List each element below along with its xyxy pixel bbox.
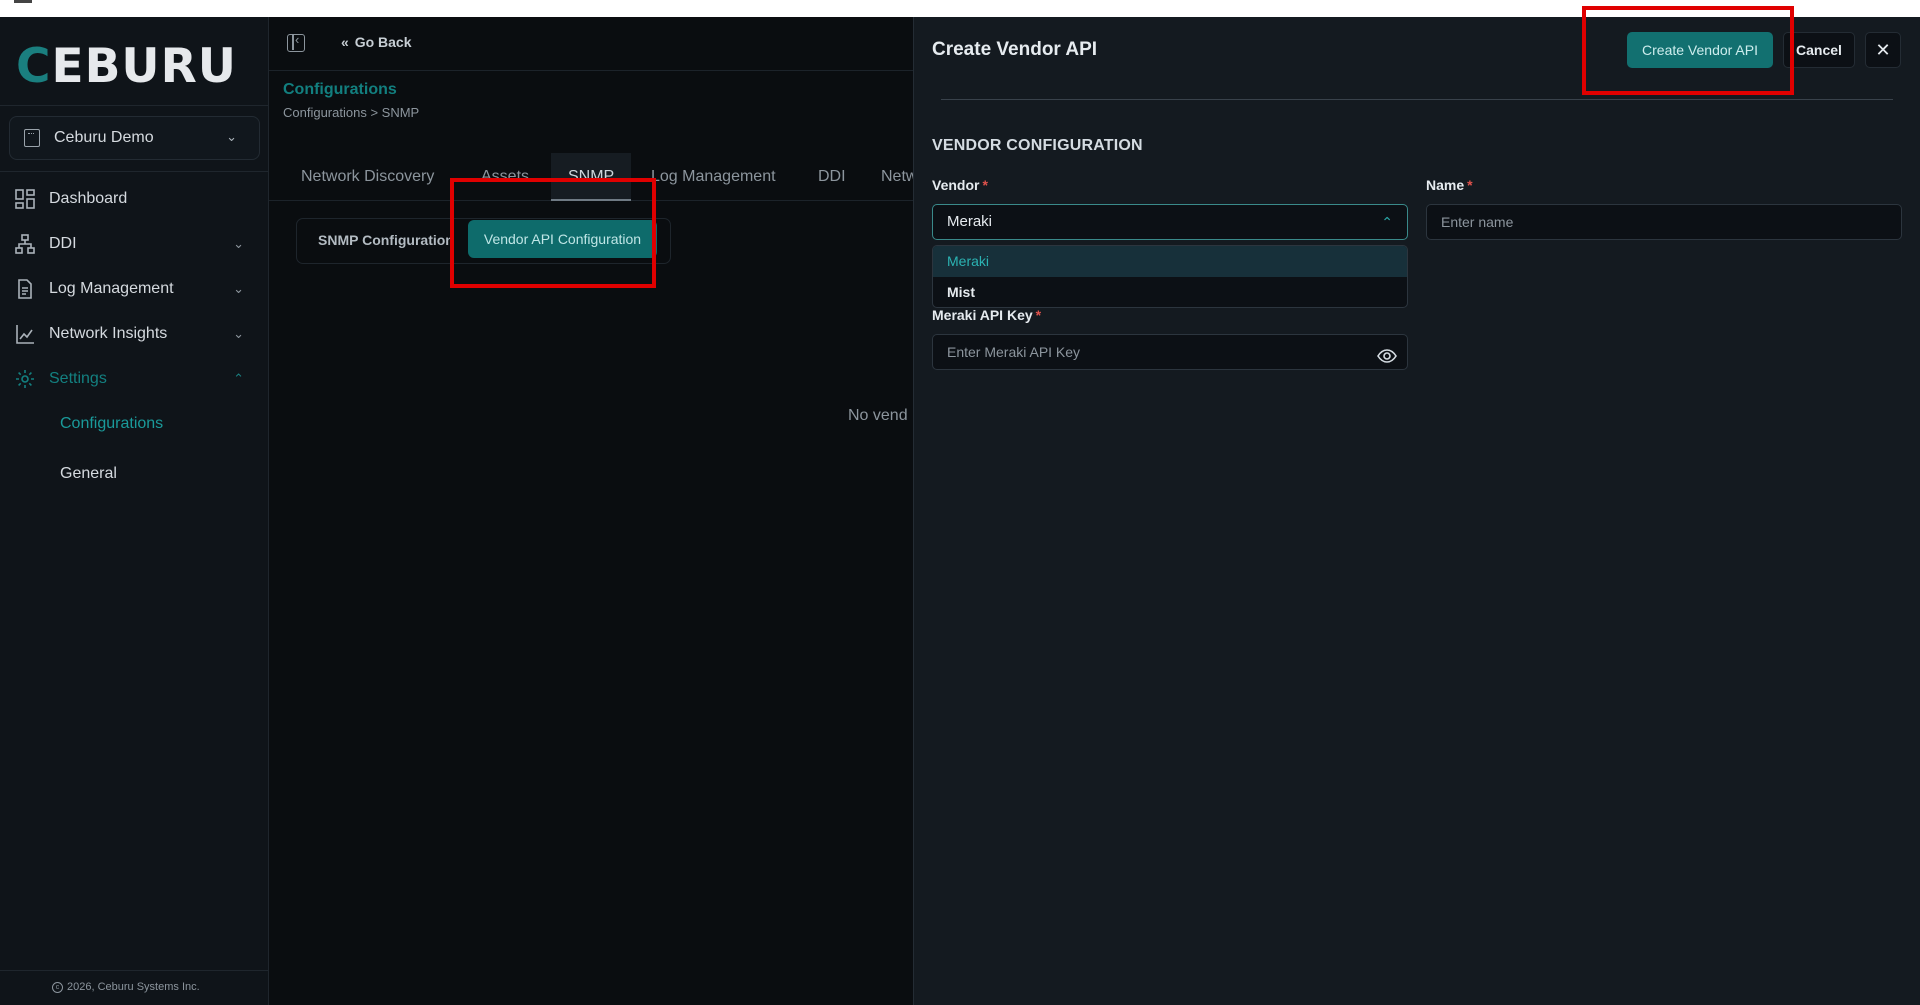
sidebar-item-network-insights[interactable]: Network Insights ⌄ bbox=[14, 319, 254, 349]
copyright: c 2026, Ceburu Systems Inc. bbox=[52, 981, 200, 993]
logo: CEBURU bbox=[16, 39, 236, 95]
network-tree-icon bbox=[14, 233, 36, 255]
required-mark: * bbox=[1035, 307, 1042, 323]
dashboard-grid-icon bbox=[14, 188, 36, 210]
sidebar-item-dashboard[interactable]: Dashboard bbox=[14, 184, 254, 214]
gear-icon bbox=[14, 368, 36, 390]
chart-icon bbox=[14, 323, 36, 345]
vendor-label-text: Vendor bbox=[932, 177, 980, 193]
sidebar-subitem-general[interactable]: General bbox=[60, 465, 117, 483]
chevron-down-icon: ⌄ bbox=[233, 281, 244, 296]
chevron-up-icon: ⌃ bbox=[1381, 214, 1393, 230]
drawer-divider bbox=[941, 99, 1893, 100]
chevron-down-icon: ⌄ bbox=[233, 326, 244, 341]
api-key-placeholder: Enter Meraki API Key bbox=[947, 344, 1081, 360]
vendor-option-mist[interactable]: Mist bbox=[933, 277, 1407, 307]
vendor-select-value: Meraki bbox=[947, 213, 993, 230]
logo-rest: EBURU bbox=[51, 39, 237, 94]
building-icon bbox=[24, 129, 40, 147]
double-chevron-left-icon: « bbox=[341, 34, 349, 50]
tab-log-management[interactable]: Log Management bbox=[651, 153, 776, 201]
sidebar-item-label: Log Management bbox=[49, 280, 174, 297]
sidebar-footer-divider bbox=[0, 970, 269, 971]
org-selector[interactable]: Ceburu Demo ⌄ bbox=[9, 116, 260, 160]
tab-network[interactable]: Netw bbox=[881, 153, 913, 201]
sidebar-item-label: Dashboard bbox=[49, 190, 128, 207]
chevron-down-icon: ⌄ bbox=[226, 129, 237, 144]
sidebar-divider bbox=[0, 105, 269, 106]
document-icon bbox=[14, 278, 36, 300]
sidebar-item-log-management[interactable]: Log Management ⌄ bbox=[14, 274, 254, 304]
subtab-snmp-configuration[interactable]: SNMP Configuration bbox=[318, 232, 454, 248]
tab-ddi[interactable]: DDI bbox=[818, 153, 846, 201]
copyright-icon: c bbox=[52, 981, 63, 993]
name-label-text: Name bbox=[1426, 177, 1465, 193]
name-input[interactable]: Enter name bbox=[1426, 204, 1902, 240]
collapse-sidebar-icon[interactable] bbox=[287, 32, 305, 52]
logo-text: CEBURU bbox=[16, 39, 236, 95]
close-button[interactable]: ✕ bbox=[1865, 32, 1901, 68]
header-divider bbox=[269, 70, 913, 71]
required-mark: * bbox=[982, 177, 988, 193]
tab-network-discovery[interactable]: Network Discovery bbox=[301, 153, 434, 201]
required-mark: * bbox=[1467, 177, 1473, 193]
api-key-label-text: Meraki API Key bbox=[932, 307, 1033, 323]
chevron-down-icon: ⌄ bbox=[233, 236, 244, 251]
section-title: VENDOR CONFIGURATION bbox=[932, 137, 1143, 154]
sidebar-item-settings[interactable]: Settings ⌃ bbox=[14, 364, 254, 394]
highlight-box-create-button bbox=[1582, 6, 1794, 95]
sidebar-subitem-configurations[interactable]: Configurations bbox=[60, 415, 163, 433]
sidebar-divider bbox=[0, 171, 269, 172]
vendor-select[interactable]: Meraki ⌃ bbox=[932, 204, 1408, 240]
vendor-label: Vendor * bbox=[932, 177, 988, 193]
page-title: Configurations bbox=[283, 81, 397, 98]
chevron-up-icon: ⌃ bbox=[233, 371, 244, 386]
close-icon: ✕ bbox=[1875, 40, 1891, 60]
window-mark-icon bbox=[14, 0, 32, 3]
copyright-text: 2026, Ceburu Systems Inc. bbox=[67, 981, 200, 993]
api-key-input[interactable]: Enter Meraki API Key bbox=[932, 334, 1408, 370]
highlight-box-vendor-api-tab bbox=[450, 178, 656, 288]
vendor-option-meraki[interactable]: Meraki bbox=[933, 246, 1407, 277]
sidebar-item-label: Network Insights bbox=[49, 325, 168, 342]
sidebar-item-label: Settings bbox=[49, 370, 107, 387]
logo-accent-letter: C bbox=[16, 39, 52, 94]
sidebar-item-ddi[interactable]: DDI ⌄ bbox=[14, 229, 254, 259]
breadcrumb: Configurations > SNMP bbox=[283, 105, 420, 120]
create-vendor-api-drawer: Create Vendor API Create Vendor API Canc… bbox=[913, 6, 1920, 1005]
sidebar-item-label: DDI bbox=[49, 235, 77, 252]
empty-state-message: No vend bbox=[848, 407, 908, 424]
go-back-label: Go Back bbox=[354, 34, 412, 50]
drawer-title: Create Vendor API bbox=[932, 39, 1098, 60]
org-selector-value: Ceburu Demo bbox=[54, 129, 154, 146]
go-back-link[interactable]: « Go Back bbox=[341, 34, 412, 50]
name-label: Name * bbox=[1426, 177, 1473, 193]
main-content: « Go Back Configurations Configurations … bbox=[269, 17, 913, 1005]
api-key-label: Meraki API Key * bbox=[932, 307, 1041, 323]
eye-icon[interactable] bbox=[1377, 343, 1397, 363]
vendor-dropdown: Meraki Mist bbox=[932, 245, 1408, 308]
sidebar: CEBURU Ceburu Demo ⌄ Dashboard DDI ⌄ Log… bbox=[0, 17, 269, 1005]
